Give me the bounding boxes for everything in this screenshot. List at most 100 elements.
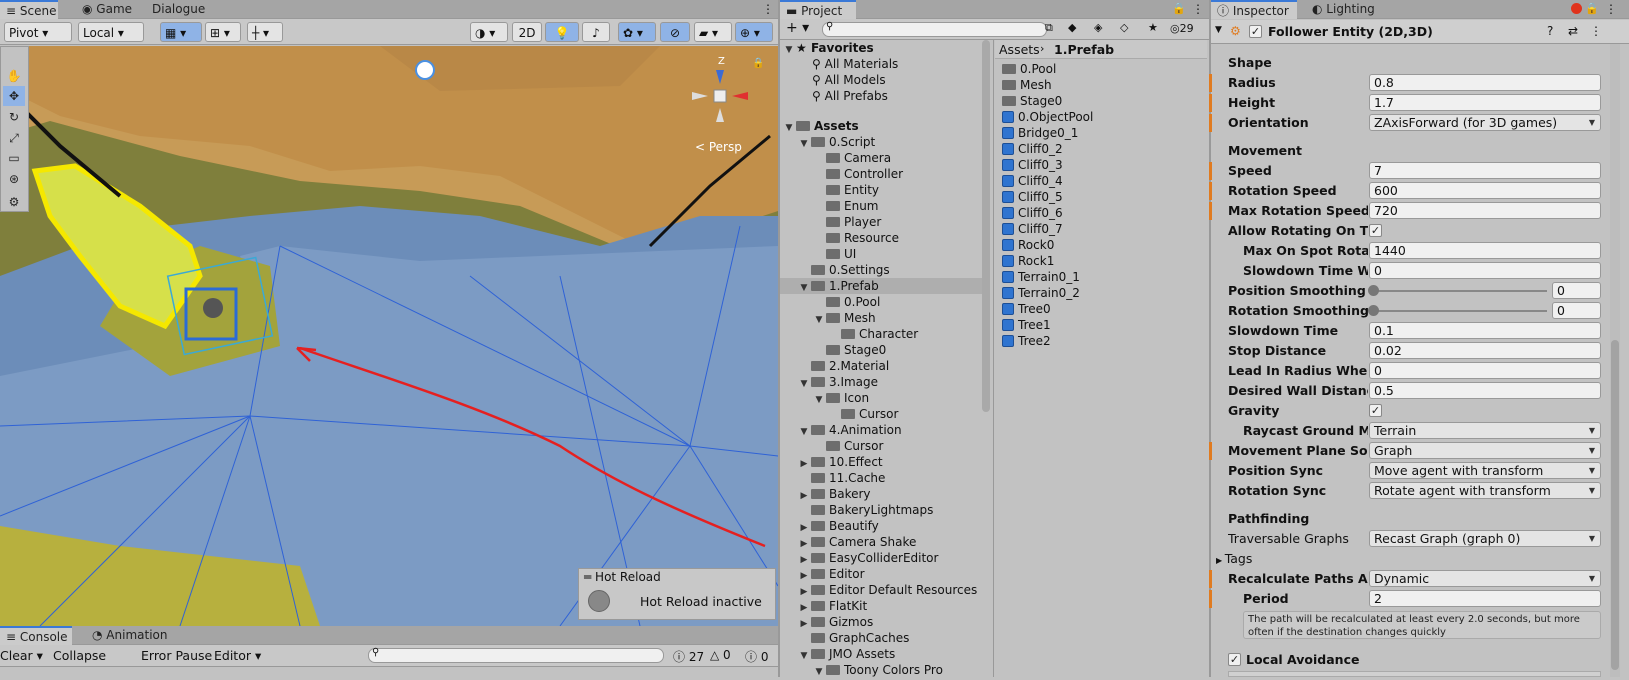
chevron-down-icon[interactable]: ▼	[812, 312, 826, 328]
tree-folder-item[interactable]: ▶ EasyColliderEditor	[797, 550, 939, 566]
file-list-item[interactable]: Cliff0_5	[1002, 189, 1063, 205]
favorite-item[interactable]: ⚲ All Materials	[812, 56, 898, 72]
scale-tool-icon[interactable]: ⤢	[3, 128, 25, 148]
console-search-input[interactable]	[368, 648, 664, 663]
log-count[interactable]: ⓘ 27	[673, 648, 704, 665]
tree-divider[interactable]	[993, 40, 994, 677]
hidden-count[interactable]: ◎29	[1170, 22, 1194, 35]
more-icon[interactable]: ⋮	[1590, 24, 1602, 38]
tree-folder-item[interactable]: ▶ 10.Effect	[797, 454, 883, 470]
help-icon[interactable]: ?	[1547, 24, 1553, 38]
camera-button[interactable]: ▰ ▾	[694, 22, 732, 42]
editor-dropdown[interactable]: Editor ▾	[214, 648, 261, 663]
more-icon[interactable]: ⋮	[1192, 2, 1204, 16]
presets-icon[interactable]: ⇄	[1568, 24, 1578, 38]
recalculate-paths-dropdown[interactable]: Dynamic	[1369, 570, 1601, 587]
lead-in-radius-field[interactable]: 0	[1369, 362, 1601, 379]
position-smoothing-track[interactable]	[1373, 290, 1547, 292]
breadcrumb-assets[interactable]: Assets	[999, 42, 1040, 57]
rotation-smoothing-field[interactable]: 0	[1552, 302, 1601, 319]
tree-folder-item[interactable]: BakeryLightmaps	[797, 502, 933, 518]
rect-tool-icon[interactable]: ▭	[3, 148, 25, 168]
tab-game[interactable]: ◉ Game	[76, 0, 138, 19]
tree-folder-item[interactable]: Cursor	[812, 438, 883, 454]
height-field[interactable]: 1.7	[1369, 94, 1601, 111]
plane-source-dropdown[interactable]: Graph	[1369, 442, 1601, 459]
effects-button[interactable]: ✿ ▾	[618, 22, 656, 42]
max-rotation-speed-field[interactable]: 720	[1369, 202, 1601, 219]
raycast-mask-dropdown[interactable]: Terrain	[1369, 422, 1601, 439]
tree-folder-item[interactable]: Player	[812, 214, 881, 230]
collapse-button[interactable]: Collapse	[53, 648, 106, 663]
snap-increment-button[interactable]: ⊞ ▾	[205, 22, 241, 42]
tree-folder-item[interactable]: ▼ 0.Script	[797, 134, 876, 152]
file-list-item[interactable]: Tree1	[1002, 317, 1051, 333]
lighting-toggle[interactable]: 💡	[545, 22, 579, 42]
tab-scene[interactable]: ≡ Scene	[0, 0, 58, 19]
allow-rotating-checkbox[interactable]: ✓	[1369, 224, 1382, 237]
tree-folder-item[interactable]: Stage0	[812, 342, 886, 358]
more-icon[interactable]: ⋮	[1605, 2, 1617, 16]
file-list-item[interactable]: Rock0	[1002, 237, 1054, 253]
more-icon[interactable]: ⋮	[762, 2, 774, 16]
chevron-down-icon[interactable]: ▼	[812, 664, 826, 680]
tree-folder-item[interactable]: Enum	[812, 198, 878, 214]
file-list-item[interactable]: Bridge0_1	[1002, 125, 1078, 141]
assets-header[interactable]: ▼ Assets	[782, 118, 859, 134]
tree-folder-item[interactable]: ▼ Mesh	[812, 310, 876, 326]
rotate-tool-icon[interactable]: ↻	[3, 107, 25, 127]
tree-folder-item[interactable]: UI	[812, 246, 856, 262]
stop-distance-field[interactable]: 0.02	[1369, 342, 1601, 359]
tree-folder-item[interactable]: ▼ JMO Assets	[797, 646, 896, 664]
local-avoidance-checkbox[interactable]: ✓	[1228, 653, 1241, 666]
chevron-down-icon[interactable]: ▼	[1215, 25, 1222, 35]
tree-folder-item[interactable]: Controller	[812, 166, 903, 182]
tree-folder-item[interactable]: ▼ 1.Prefab	[780, 278, 982, 294]
file-list-item[interactable]: Rock1	[1002, 253, 1054, 269]
file-list-item[interactable]: Cliff0_4	[1002, 173, 1063, 189]
tab-lighting[interactable]: ◐ Lighting	[1306, 0, 1381, 19]
clear-button[interactable]: Clear ▾	[0, 648, 43, 663]
hidden-objects-toggle[interactable]: ⊘	[660, 22, 690, 42]
favorite-item[interactable]: ⚲ All Models	[812, 72, 886, 88]
tree-folder-item[interactable]: ▶ Editor Default Resources	[797, 582, 978, 598]
move-tool-icon[interactable]: ✥	[3, 86, 25, 106]
position-sync-dropdown[interactable]: Move agent with transform	[1369, 462, 1601, 479]
file-list-item[interactable]: Mesh	[1002, 77, 1052, 93]
wall-distance-field[interactable]: 0.5	[1369, 382, 1601, 399]
file-list-item[interactable]: Stage0	[1002, 93, 1062, 109]
position-smoothing-field[interactable]: 0	[1552, 282, 1601, 299]
speed-field[interactable]: 7	[1369, 162, 1601, 179]
tree-folder-item[interactable]: 0.Settings	[797, 262, 890, 278]
chevron-down-icon[interactable]: ▼	[797, 136, 811, 152]
grid-snap-button[interactable]: ▦ ▾	[160, 22, 202, 42]
ruler-button[interactable]: ┼ ▾	[247, 22, 283, 42]
tab-dialogue[interactable]: Dialogue	[146, 0, 211, 19]
tree-folder-item[interactable]: ▶ Beautify	[797, 518, 879, 534]
file-list-item[interactable]: Tree0	[1002, 301, 1051, 317]
chevron-down-icon[interactable]: ▼	[797, 648, 811, 664]
error-indicator-icon[interactable]	[1571, 3, 1582, 14]
file-list-item[interactable]: 0.ObjectPool	[1002, 109, 1093, 125]
tree-folder-item[interactable]: GraphCaches	[797, 630, 909, 646]
hand-tool-icon[interactable]: ✋	[3, 66, 25, 86]
chevron-down-icon[interactable]: ▼	[797, 424, 811, 440]
slowdown-time-field[interactable]: 0.1	[1369, 322, 1601, 339]
chevron-down-icon[interactable]: ▼	[797, 280, 811, 296]
favorite-icon[interactable]: ★	[1148, 21, 1158, 34]
position-smoothing-handle[interactable]	[1368, 285, 1379, 296]
transform-tool-icon[interactable]: ⊛	[3, 169, 25, 189]
tree-folder-item[interactable]: 11.Cache	[797, 470, 885, 486]
tree-folder-item[interactable]: ▶ Gizmos	[797, 614, 874, 630]
tree-folder-item[interactable]: ▼ 4.Animation	[797, 422, 902, 438]
chevron-down-icon[interactable]: ▼	[812, 392, 826, 408]
chevron-down-icon[interactable]: ▼	[797, 376, 811, 392]
file-list-item[interactable]: Cliff0_2	[1002, 141, 1063, 157]
shading-mode-button[interactable]: ◑ ▾	[470, 22, 508, 42]
tab-console[interactable]: ≡ Console	[0, 626, 72, 645]
tree-folder-item[interactable]: ▼ Icon	[812, 390, 870, 408]
rotation-smoothing-track[interactable]	[1373, 310, 1547, 312]
max-on-spot-field[interactable]: 1440	[1369, 242, 1601, 259]
warning-count[interactable]: △ 0	[710, 648, 731, 662]
tree-folder-item[interactable]: ▼ 3.Image	[797, 374, 879, 392]
